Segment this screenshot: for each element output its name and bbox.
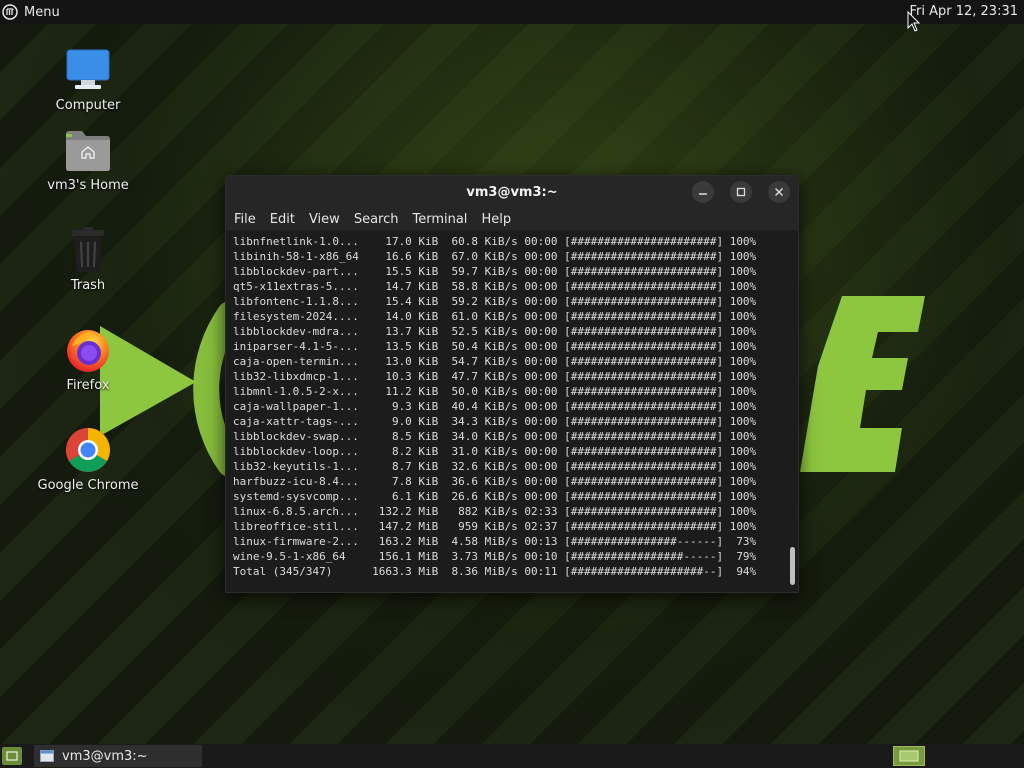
terminal-line: lib32-keyutils-1... 8.7 KiB 32.6 KiB/s 0… (233, 460, 757, 473)
terminal-line: qt5-x11extras-5.... 14.7 KiB 58.8 KiB/s … (233, 280, 757, 293)
menu-terminal[interactable]: Terminal (412, 212, 475, 227)
terminal-line: caja-wallpaper-1... 9.3 KiB 40.4 KiB/s 0… (233, 400, 757, 413)
desktop-icon-label: Computer (55, 98, 121, 113)
desktop-icon-computer[interactable]: Computer (28, 46, 148, 113)
desktop-icon-home[interactable]: vm3's Home (28, 126, 148, 193)
desktop-icon-label: Google Chrome (37, 478, 139, 493)
home-folder-icon (64, 126, 112, 174)
maximize-button[interactable] (730, 181, 752, 203)
terminal-line: caja-open-termin... 13.0 KiB 54.7 KiB/s … (233, 355, 757, 368)
terminal-line: filesystem-2024.... 14.0 KiB 61.0 KiB/s … (233, 310, 757, 323)
desktop-icon-trash[interactable]: Trash (28, 226, 148, 293)
mouse-cursor-icon (907, 11, 921, 32)
maximize-icon (736, 187, 746, 197)
terminal-line: libinih-58-1-x86_64 16.6 KiB 67.0 KiB/s … (233, 250, 757, 263)
desktop-icon-label: vm3's Home (47, 178, 129, 193)
menu-file[interactable]: File (234, 212, 264, 227)
minimize-button[interactable] (692, 181, 714, 203)
menu-help[interactable]: Help (481, 212, 519, 227)
computer-icon (64, 46, 112, 94)
menu-view[interactable]: View (309, 212, 348, 227)
terminal-menubar: File Edit View Search Terminal Help (226, 208, 798, 230)
terminal-line: iniparser-4.1-5-... 13.5 KiB 50.4 KiB/s … (233, 340, 757, 353)
desktop-icon (6, 751, 18, 761)
mint-menu-icon (2, 4, 18, 20)
clock[interactable]: Fri Apr 12, 23:31 (909, 4, 1018, 19)
desktop-icon-label: Trash (70, 278, 106, 293)
terminal-line: libblockdev-swap... 8.5 KiB 34.0 KiB/s 0… (233, 430, 757, 443)
close-button[interactable] (768, 181, 790, 203)
window-titlebar[interactable]: vm3@vm3:~ (226, 176, 798, 208)
taskbar-window-label: vm3@vm3:~ (62, 748, 148, 764)
taskbar-window-terminal[interactable]: vm3@vm3:~ (34, 745, 202, 767)
terminal-line: libreoffice-stil... 147.2 MiB 959 KiB/s … (233, 520, 757, 533)
terminal-icon (40, 750, 54, 762)
close-icon (775, 188, 783, 196)
window-title: vm3@vm3:~ (466, 184, 558, 200)
terminal-line: libblockdev-loop... 8.2 KiB 31.0 KiB/s 0… (233, 445, 757, 458)
terminal-line: libmnl-1.0.5-2-x... 11.2 KiB 50.0 KiB/s … (233, 385, 757, 398)
terminal-line: harfbuzz-icu-8.4... 7.8 KiB 36.6 KiB/s 0… (233, 475, 757, 488)
trash-icon (64, 226, 112, 274)
top-panel: Menu Fri Apr 12, 23:31 (0, 0, 1024, 24)
minimize-icon (699, 193, 707, 195)
terminal-line: linux-6.8.5.arch... 132.2 MiB 882 KiB/s … (233, 505, 757, 518)
terminal-line: Total (345/347) 1663.3 MiB 8.36 MiB/s 00… (233, 565, 757, 578)
terminal-line: libnfnetlink-1.0... 17.0 KiB 60.8 KiB/s … (233, 235, 757, 248)
menu-label: Menu (24, 4, 60, 20)
terminal-line: lib32-libxdmcp-1... 10.3 KiB 47.7 KiB/s … (233, 370, 757, 383)
workspace-switcher[interactable] (893, 746, 925, 766)
desktop-icon-firefox[interactable]: Firefox (28, 326, 148, 393)
terminal-line: linux-firmware-2... 163.2 MiB 4.58 MiB/s… (233, 535, 757, 548)
terminal-line: libfontenc-1.1.8... 15.4 KiB 59.2 KiB/s … (233, 295, 757, 308)
terminal-line: libblockdev-part... 15.5 KiB 59.7 KiB/s … (233, 265, 757, 278)
terminal-scrollbar[interactable] (790, 547, 795, 585)
terminal-window[interactable]: vm3@vm3:~ File Edit View Search Terminal… (225, 175, 799, 593)
terminal-line: libblockdev-mdra... 13.7 KiB 52.5 KiB/s … (233, 325, 757, 338)
firefox-icon (64, 326, 112, 374)
desktop-icon-label: Firefox (66, 378, 110, 393)
workspace-icon (899, 750, 919, 762)
chrome-icon (64, 426, 112, 474)
menu-edit[interactable]: Edit (270, 212, 303, 227)
desktop-icon-chrome[interactable]: Google Chrome (28, 426, 148, 493)
show-desktop-button[interactable] (2, 747, 22, 765)
terminal-output[interactable]: libnfnetlink-1.0... 17.0 KiB 60.8 KiB/s … (226, 232, 798, 592)
terminal-line: caja-xattr-tags-... 9.0 KiB 34.3 KiB/s 0… (233, 415, 757, 428)
bottom-panel: vm3@vm3:~ (0, 744, 1024, 768)
menu-search[interactable]: Search (354, 212, 407, 227)
menu-button[interactable]: Menu (0, 0, 60, 24)
terminal-line: systemd-sysvcomp... 6.1 KiB 26.6 KiB/s 0… (233, 490, 757, 503)
terminal-line: wine-9.5-1-x86_64 156.1 MiB 3.73 MiB/s 0… (233, 550, 757, 563)
